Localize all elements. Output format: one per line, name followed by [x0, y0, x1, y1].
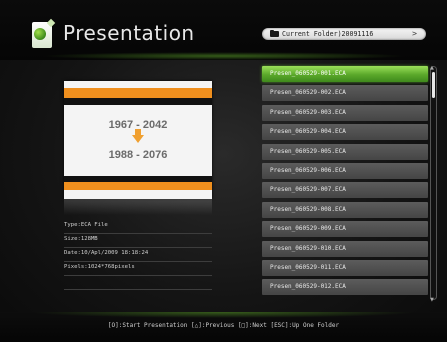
presentation-app-icon	[32, 22, 52, 48]
slide-preview: 1967 - 2042 1988 - 2076	[64, 81, 212, 199]
folder-icon	[270, 29, 279, 37]
current-folder-selector[interactable]: Current Folder)20091116 >	[262, 28, 426, 40]
file-date: Date:10/Apl/2009 18:18:24	[64, 248, 212, 262]
current-folder-label: Current Folder)20091116	[282, 30, 374, 38]
scrollbar-thumb[interactable]	[432, 72, 435, 98]
info-empty-row	[64, 276, 212, 290]
down-arrow-icon	[132, 129, 144, 143]
preview-reflection	[64, 199, 212, 215]
file-item[interactable]: Presen_060529-006.ECA	[262, 162, 428, 179]
file-item[interactable]: Presen_060529-005.ECA	[262, 143, 428, 160]
page-title: Presentation	[63, 21, 195, 45]
preview-text-line2: 1988 - 2076	[108, 149, 168, 161]
file-item[interactable]: Presen_060529-003.ECA	[262, 104, 428, 121]
scroll-up-icon: ▲	[430, 65, 434, 71]
file-item[interactable]: Presen_060529-008.ECA	[262, 201, 428, 218]
file-list-scrollbar[interactable]: ▲ ▼	[430, 65, 437, 303]
file-item[interactable]: Presen_060529-004.ECA	[262, 124, 428, 141]
file-item[interactable]: Presen_060529-001.ECA	[262, 66, 428, 82]
file-item[interactable]: Presen_060529-009.ECA	[262, 221, 428, 238]
controls-hint: [O]:Start Presentation [△]:Previous [□]:…	[107, 322, 340, 329]
preview-stripe-bottom	[64, 182, 212, 190]
file-item[interactable]: Presen_060529-011.ECA	[262, 259, 428, 276]
file-info-panel: Type:ECA File Size:128MB Date:10/Apl/200…	[64, 220, 212, 290]
file-item[interactable]: Presen_060529-012.ECA	[262, 279, 428, 296]
preview-band-top	[64, 98, 212, 105]
file-list: Presen_060529-001.ECA Presen_060529-002.…	[262, 66, 428, 299]
file-item[interactable]: Presen_060529-002.ECA	[262, 85, 428, 102]
chevron-right-icon: >	[412, 29, 417, 38]
file-pixels: Pixels:1024*768pixels	[64, 262, 212, 276]
file-type: Type:ECA File	[64, 220, 212, 234]
file-size: Size:128MB	[64, 234, 212, 248]
file-item[interactable]: Presen_060529-010.ECA	[262, 240, 428, 257]
scroll-down-icon: ▼	[430, 297, 434, 303]
preview-stripe-top	[64, 88, 212, 98]
file-item[interactable]: Presen_060529-007.ECA	[262, 182, 428, 199]
